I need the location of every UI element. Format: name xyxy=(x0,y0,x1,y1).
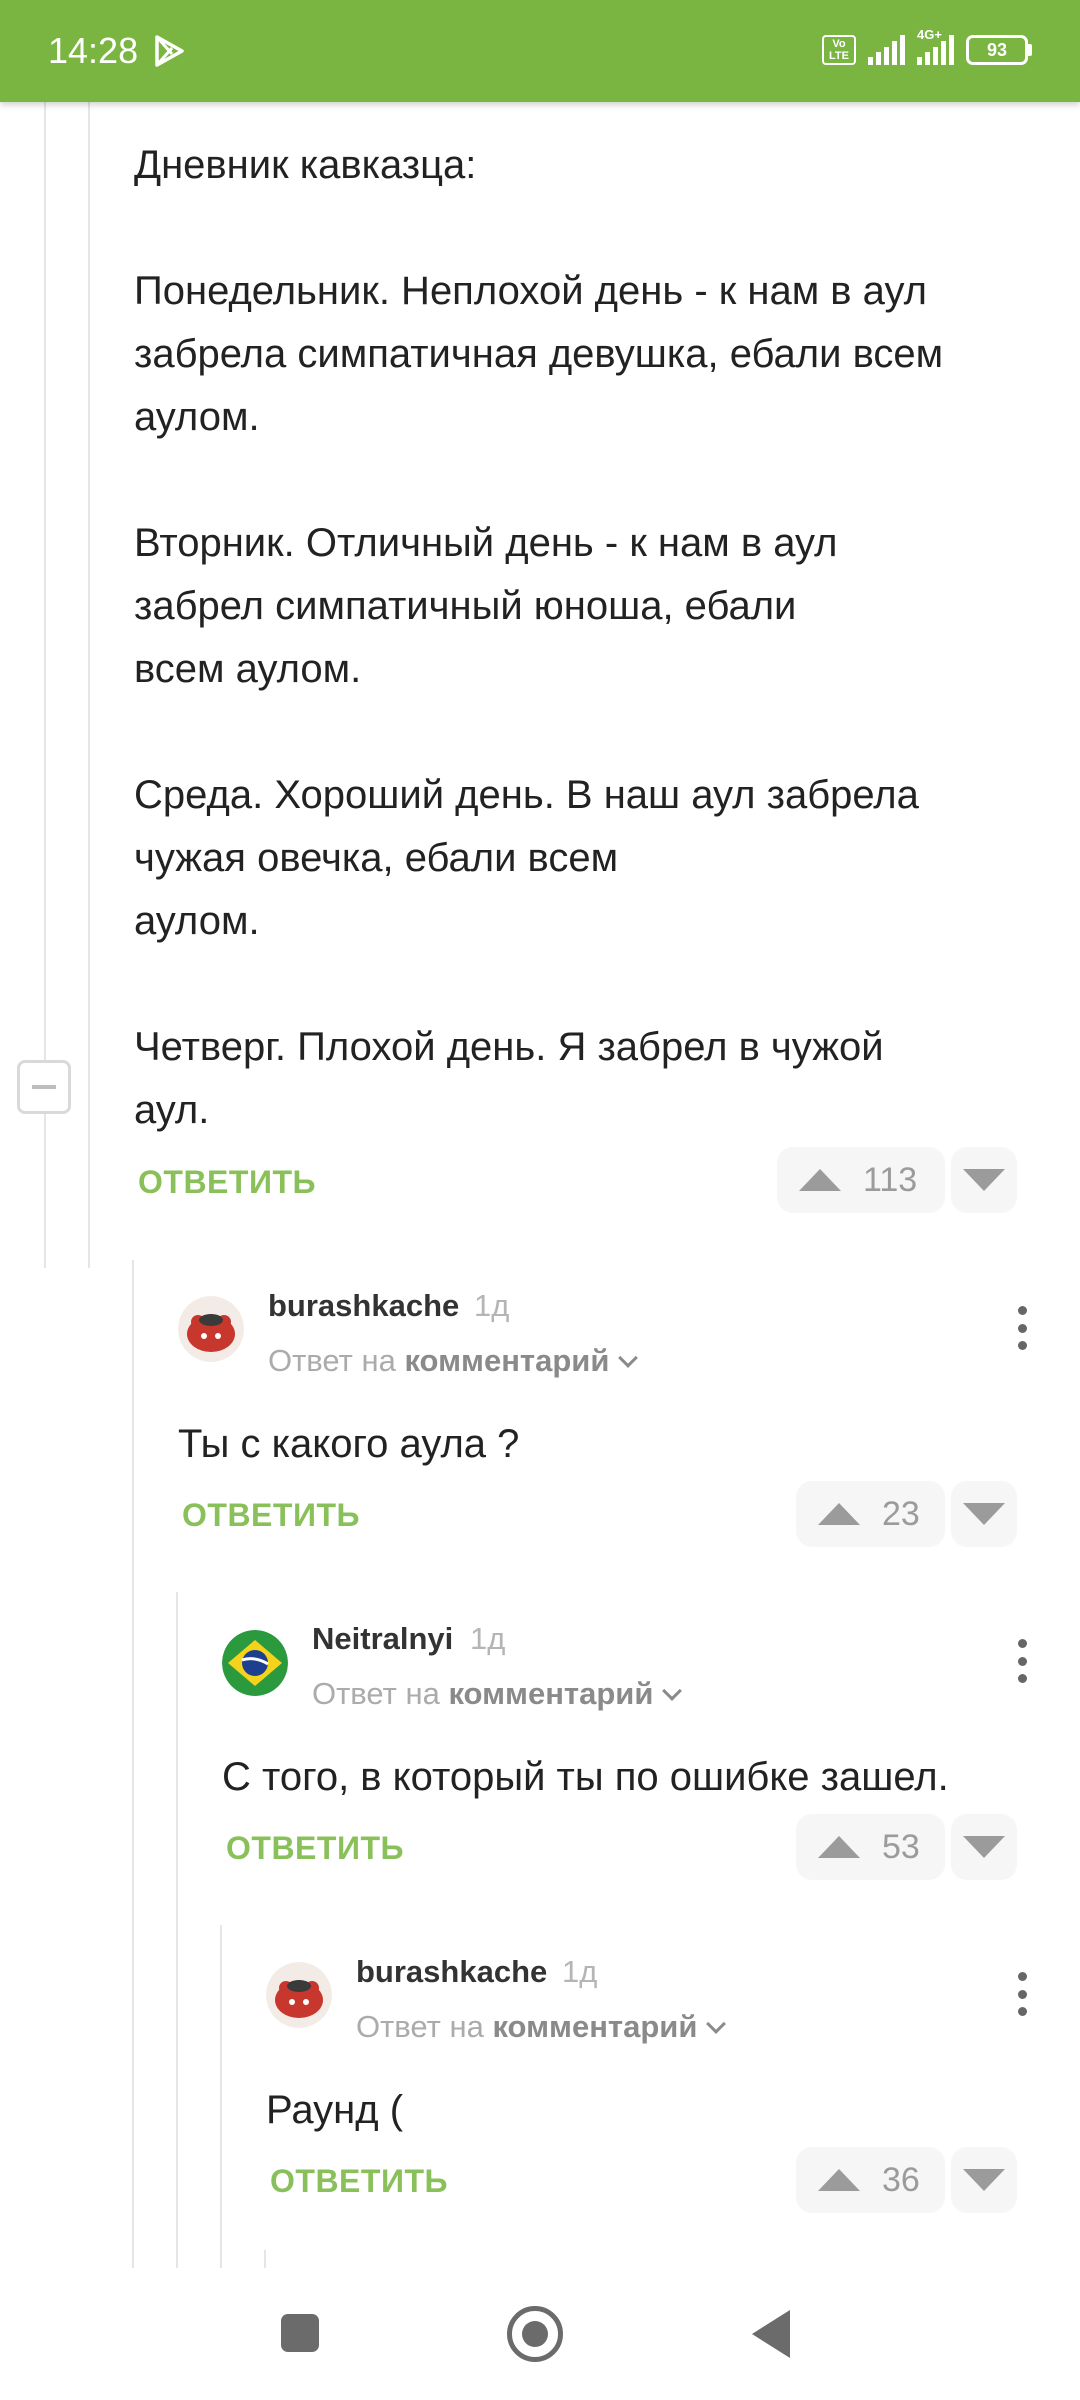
reply-to-target: комментарий xyxy=(492,2009,698,2044)
upvote-icon xyxy=(818,2169,860,2191)
collapse-thread-button[interactable] xyxy=(17,1060,71,1114)
recent-apps-icon[interactable] xyxy=(281,2314,319,2352)
downvote-icon xyxy=(963,1169,1005,1191)
network-type: 4G+ xyxy=(917,27,942,42)
post-text-line: забрел симпатичный юноша, ебали xyxy=(134,584,797,628)
comment-age: 1д xyxy=(474,1288,510,1323)
status-icons: Vo LTE 4G+ 93 xyxy=(822,27,1032,70)
home-icon[interactable] xyxy=(507,2306,563,2362)
chevron-down-icon xyxy=(662,1681,683,1701)
vote-count: 23 xyxy=(882,1494,920,1533)
reply-button[interactable]: ОТВЕТИТЬ xyxy=(138,1164,316,1201)
avatar[interactable] xyxy=(178,1296,244,1362)
reply-to-link[interactable]: Ответ на комментарий xyxy=(356,2009,727,2045)
thread-line xyxy=(88,102,90,1268)
upvote-button[interactable]: 23 xyxy=(796,1481,945,1547)
comment-author[interactable]: burashkache xyxy=(356,1954,547,1990)
upvote-icon xyxy=(799,1169,841,1191)
reply-to-link[interactable]: Ответ на комментарий xyxy=(268,1343,639,1379)
post-text-line: аулом. xyxy=(134,395,260,439)
status-bar: 14:28 Vo LTE 4G+ 93 xyxy=(0,0,1080,102)
chevron-down-icon xyxy=(618,1348,639,1368)
avatar[interactable] xyxy=(266,1962,332,2028)
comment-age: 1д xyxy=(470,1621,506,1656)
comment-text: Раунд ( xyxy=(266,2088,404,2132)
reply-to-link[interactable]: Ответ на комментарий xyxy=(312,1676,683,1712)
avatar[interactable] xyxy=(222,1630,288,1696)
downvote-icon xyxy=(963,2169,1005,2191)
downvote-button[interactable] xyxy=(951,1814,1017,1880)
post-text-line: Понедельник. Неплохой день - к нам в аул xyxy=(134,269,927,313)
downvote-button[interactable] xyxy=(951,1481,1017,1547)
battery-icon: 93 xyxy=(966,35,1032,65)
post-text-line: чужая овечка, ебали всем xyxy=(134,836,619,880)
downvote-icon xyxy=(963,1503,1005,1525)
more-options-icon[interactable] xyxy=(1016,1972,1028,2016)
back-icon[interactable] xyxy=(752,2310,790,2358)
post-text-line: аулом. xyxy=(134,899,260,943)
upvote-icon xyxy=(818,1503,860,1525)
post-text-line: Вторник. Отличный день - к нам в аул xyxy=(134,521,838,565)
post-text-line: Среда. Хороший день. В наш аул забрела xyxy=(134,773,919,817)
post-text-line: забрела симпатичная девушка, ебали всем xyxy=(134,332,944,376)
downvote-button[interactable] xyxy=(951,1147,1017,1213)
post-text-line: всем аулом. xyxy=(134,647,362,691)
comment-age: 1д xyxy=(562,1954,598,1989)
comment-text: С того, в который ты по ошибке зашел. xyxy=(222,1755,949,1799)
comment-author[interactable]: Neitralnyi xyxy=(312,1621,453,1657)
reply-to-target: комментарий xyxy=(404,1343,610,1378)
reply-to-prefix: Ответ на xyxy=(268,1343,396,1378)
upvote-icon xyxy=(818,1836,860,1858)
signal-icon xyxy=(868,35,905,65)
thread-line xyxy=(176,1592,178,2268)
play-store-icon xyxy=(155,35,184,67)
volte-icon: Vo LTE xyxy=(822,35,856,65)
downvote-icon xyxy=(963,1836,1005,1858)
vote-count: 53 xyxy=(882,1827,920,1866)
status-time: 14:28 xyxy=(48,30,139,71)
thread-line xyxy=(132,1260,134,2268)
post-text: Дневник кавказца: Понедельник. Неплохой д… xyxy=(134,134,1054,1142)
vote-controls: 53 xyxy=(796,1814,1017,1880)
reply-to-target: комментарий xyxy=(448,1676,654,1711)
post-text-line: Дневник кавказца: xyxy=(134,143,477,187)
upvote-button[interactable]: 113 xyxy=(777,1147,945,1213)
comment-text: Ты с какого аула ? xyxy=(178,1422,520,1466)
post-text-line: аул. xyxy=(134,1088,210,1132)
reply-button[interactable]: ОТВЕТИТЬ xyxy=(182,1497,360,1534)
vote-controls: 36 xyxy=(796,2147,1017,2213)
reply-to-prefix: Ответ на xyxy=(312,1676,440,1711)
vote-count: 113 xyxy=(863,1160,918,1199)
more-options-icon[interactable] xyxy=(1016,1306,1028,1350)
battery-level: 93 xyxy=(966,35,1028,65)
downvote-button[interactable] xyxy=(951,2147,1017,2213)
vote-count: 36 xyxy=(882,2160,920,2199)
thread-line xyxy=(220,1925,222,2268)
upvote-button[interactable]: 36 xyxy=(796,2147,945,2213)
comment-author[interactable]: burashkache xyxy=(268,1288,459,1324)
vote-controls: 23 xyxy=(796,1481,1017,1547)
navigation-bar xyxy=(0,2268,1080,2400)
post-text-line: Четверг. Плохой день. Я забрел в чужой xyxy=(134,1025,884,1069)
reply-button[interactable]: ОТВЕТИТЬ xyxy=(226,1830,404,1867)
thread-line xyxy=(264,2250,266,2268)
reply-to-prefix: Ответ на xyxy=(356,2009,484,2044)
upvote-button[interactable]: 53 xyxy=(796,1814,945,1880)
screen: 14:28 Vo LTE 4G+ 93 Дневник кавказца: По… xyxy=(0,0,1080,2400)
vote-controls: 113 xyxy=(777,1147,1017,1213)
reply-button[interactable]: ОТВЕТИТЬ xyxy=(270,2163,448,2200)
more-options-icon[interactable] xyxy=(1016,1639,1028,1683)
signal-4g-icon: 4G+ xyxy=(917,27,954,65)
chevron-down-icon xyxy=(706,2014,727,2034)
